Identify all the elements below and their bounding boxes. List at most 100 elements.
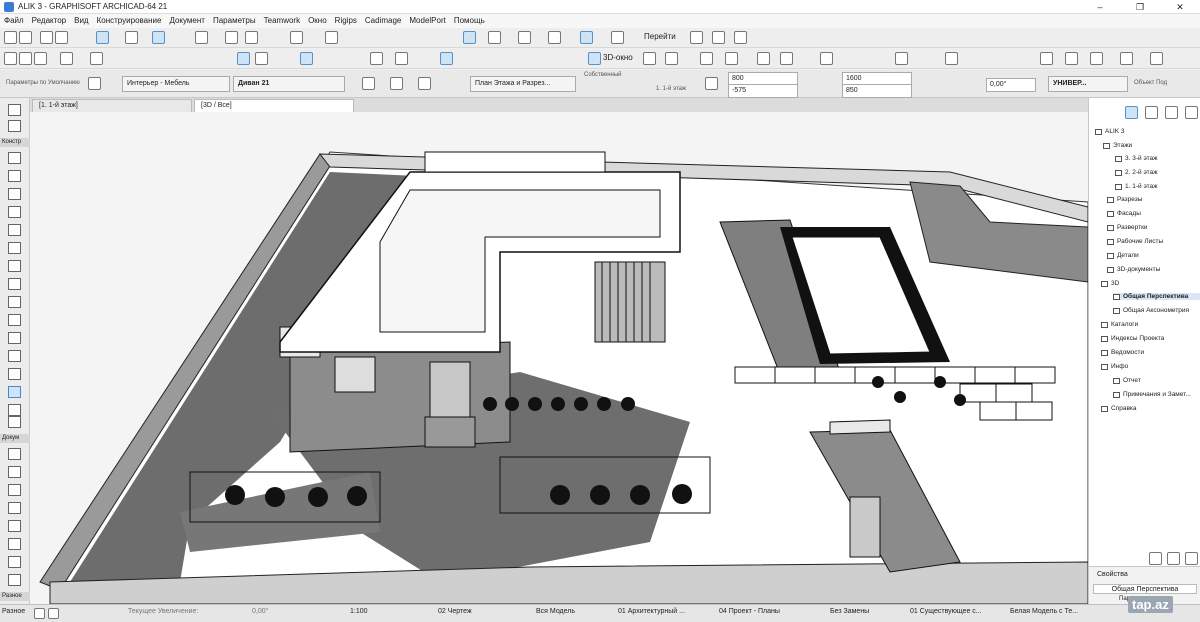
magic-wand-icon[interactable] xyxy=(440,52,453,65)
properties-view-name[interactable]: Общая Перспектива xyxy=(1093,584,1197,594)
menu-document[interactable]: Документ xyxy=(165,14,209,28)
3d-style-field[interactable]: Белая Модель с Те... xyxy=(1010,608,1078,615)
column-tool-icon[interactable] xyxy=(8,206,21,218)
parallel-projection-icon[interactable] xyxy=(643,52,656,65)
view-mode-dropdown[interactable]: План Этажа и Разрез... xyxy=(470,76,576,92)
teamwork-send-icon[interactable] xyxy=(712,31,725,44)
perspective-icon[interactable] xyxy=(665,52,678,65)
filter-icon[interactable] xyxy=(820,52,833,65)
roof-tool-icon[interactable] xyxy=(8,296,21,308)
menu-teamwork[interactable]: Teamwork xyxy=(260,14,304,28)
nav-project-root[interactable]: ALIK 3 xyxy=(1095,128,1125,135)
zoom-out-icon[interactable] xyxy=(19,52,32,65)
dimension-tool-icon[interactable] xyxy=(8,448,21,460)
undo-zoom-icon[interactable] xyxy=(34,608,45,619)
project-map-icon[interactable] xyxy=(1125,106,1138,119)
tab-floor-plan[interactable]: [1. 1-й этаж] xyxy=(32,99,192,112)
pick-up-icon[interactable] xyxy=(40,31,53,44)
shell-tool-icon[interactable] xyxy=(8,314,21,326)
organizer-icon[interactable] xyxy=(1090,52,1103,65)
nav-details[interactable]: Детали xyxy=(1107,252,1139,259)
menu-rigips[interactable]: Rigips xyxy=(331,14,361,28)
marquee-icon[interactable] xyxy=(245,31,258,44)
pan-icon[interactable] xyxy=(60,52,73,65)
fill-tool-icon[interactable] xyxy=(8,520,21,532)
orbit-icon[interactable] xyxy=(488,31,501,44)
snap-guide-icon[interactable] xyxy=(96,31,109,44)
layer-dropdown[interactable]: Интерьер - Мебель xyxy=(122,76,230,92)
menu-file[interactable]: Файл xyxy=(0,14,28,28)
layout-book-nav-icon[interactable] xyxy=(1165,106,1178,119)
menu-view[interactable]: Вид xyxy=(70,14,92,28)
redo-icon[interactable] xyxy=(19,31,32,44)
tab-3d[interactable]: [3D / Все] xyxy=(194,99,354,112)
level-tool-icon[interactable] xyxy=(8,466,21,478)
arc-tool-icon[interactable] xyxy=(8,556,21,568)
close-button[interactable]: ✕ xyxy=(1160,0,1200,14)
minimize-button[interactable]: – xyxy=(1080,0,1120,14)
3d-style-icon[interactable] xyxy=(548,31,561,44)
arrow-tool-icon[interactable] xyxy=(8,104,21,116)
grid-snap-icon[interactable] xyxy=(195,31,208,44)
zoom-window-icon[interactable] xyxy=(34,52,47,65)
publish-icon[interactable] xyxy=(690,31,703,44)
fit-window-icon[interactable] xyxy=(90,52,103,65)
lock-icon[interactable] xyxy=(255,52,268,65)
publisher-sets-icon[interactable] xyxy=(1185,106,1198,119)
curtain-wall-tool-icon[interactable] xyxy=(8,350,21,362)
trace-icon[interactable] xyxy=(290,31,303,44)
nav-general-axonometry[interactable]: Общая Аксонометрия xyxy=(1113,307,1189,314)
mesh-tool-icon[interactable] xyxy=(8,416,21,428)
beam-tool-icon[interactable] xyxy=(8,224,21,236)
3d-model-render[interactable] xyxy=(30,112,1088,604)
explore-icon[interactable] xyxy=(518,31,531,44)
floor-plan-display-icon[interactable] xyxy=(362,77,375,90)
inject-icon[interactable] xyxy=(55,31,68,44)
trim-icon[interactable] xyxy=(395,52,408,65)
nav-notes[interactable]: Примечания и Замет... xyxy=(1113,391,1191,398)
height-field[interactable]: 850 xyxy=(842,84,912,98)
window-tool-icon[interactable] xyxy=(8,188,21,200)
object-name-field[interactable]: Диван 21 xyxy=(233,76,345,92)
render-icon[interactable] xyxy=(895,52,908,65)
wireframe-icon[interactable] xyxy=(700,52,713,65)
nav-general-perspective[interactable]: Общая Перспектива xyxy=(1113,293,1200,300)
menu-modelport[interactable]: ModelPort xyxy=(405,14,449,28)
measure-icon[interactable] xyxy=(945,52,958,65)
clone-folder-icon[interactable] xyxy=(1167,552,1180,565)
graphic-override-field[interactable]: Без Замены xyxy=(830,608,869,615)
view-settings-icon[interactable] xyxy=(1185,552,1198,565)
nav-report[interactable]: Отчет xyxy=(1113,377,1141,384)
menu-cadimage[interactable]: Cadimage xyxy=(361,14,405,28)
undo-icon[interactable] xyxy=(4,31,17,44)
renovation-filter-field[interactable]: 01 Существующее с... xyxy=(910,608,982,615)
layers-icon[interactable] xyxy=(325,31,338,44)
menu-options[interactable]: Параметры xyxy=(209,14,260,28)
nav-project-indexes[interactable]: Индексы Проекта xyxy=(1101,335,1164,342)
angle-field[interactable]: 0,00° xyxy=(986,78,1036,92)
view-map-icon[interactable] xyxy=(1145,106,1158,119)
nav-sections[interactable]: Разрезы xyxy=(1107,196,1142,203)
nav-info[interactable]: Инфо xyxy=(1101,363,1128,370)
pen-set-field[interactable]: 01 Архитектурный ... xyxy=(618,608,685,615)
zoom-in-icon[interactable] xyxy=(4,52,17,65)
nav-story-2[interactable]: 2. 2-й этаж xyxy=(1115,169,1157,176)
shading-icon[interactable] xyxy=(757,52,770,65)
door-tool-icon[interactable] xyxy=(8,170,21,182)
teamwork-receive-icon[interactable] xyxy=(734,31,747,44)
3d-window-icon[interactable] xyxy=(588,52,601,65)
wall-tool-icon[interactable] xyxy=(8,152,21,164)
nav-elevations[interactable]: Фасады xyxy=(1107,210,1141,217)
redo-zoom-icon[interactable] xyxy=(48,608,59,619)
3d-navigation-icon[interactable] xyxy=(463,31,476,44)
model-view-field[interactable]: Вся Модель xyxy=(536,608,575,615)
nav-3d-folder[interactable]: 3D xyxy=(1101,280,1119,287)
object-tool-icon[interactable] xyxy=(8,386,21,398)
zone-tool-icon[interactable] xyxy=(8,404,21,416)
orientation-field[interactable]: 0,00° xyxy=(252,608,268,615)
maximize-button[interactable]: ❐ xyxy=(1120,0,1160,14)
mirror-icon[interactable] xyxy=(370,52,383,65)
menu-window[interactable]: Окно xyxy=(304,14,331,28)
menu-help[interactable]: Помощь xyxy=(450,14,489,28)
nav-story-3[interactable]: 3. 3-й этаж xyxy=(1115,155,1157,162)
